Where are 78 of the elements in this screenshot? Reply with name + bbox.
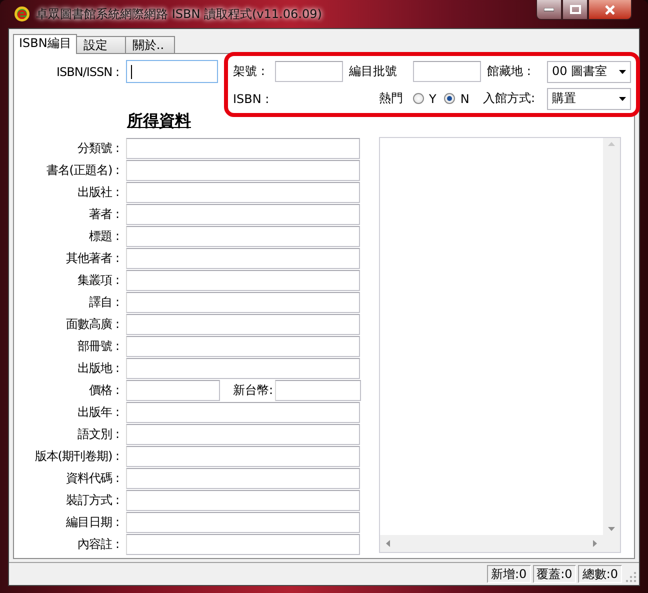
radio-option[interactable]: Y — [413, 92, 436, 106]
field-label: 版本(期刊卷期) : — [34, 448, 119, 464]
status-pane: 覆蓋:0 — [532, 565, 576, 583]
status-pane: 新增:0 — [486, 565, 531, 583]
dropdown[interactable]: 購置 — [547, 88, 631, 110]
maximize-button[interactable] — [562, 0, 588, 20]
text-input[interactable] — [126, 270, 360, 290]
scroll-right-icon[interactable] — [593, 540, 597, 547]
text-input[interactable] — [126, 292, 360, 312]
field-label: 集叢項 : — [76, 272, 119, 288]
field-label: 熱門 — [378, 90, 404, 107]
field-label: 內容註 : — [76, 536, 119, 552]
text-input[interactable] — [126, 314, 360, 334]
scroll-left-icon[interactable] — [386, 540, 390, 547]
text-input[interactable] — [413, 61, 481, 82]
field-label: 著者 : — [88, 206, 119, 222]
field-label: 架號 : — [232, 63, 266, 80]
text-input[interactable] — [126, 226, 360, 246]
text-input[interactable] — [126, 402, 360, 422]
caret-icon — [619, 96, 626, 100]
text-input[interactable] — [126, 160, 360, 180]
text-input[interactable] — [126, 182, 360, 202]
field-label: 裝訂方式 : — [65, 492, 119, 508]
tab[interactable]: 設定 — [76, 36, 126, 53]
scroll-up-icon[interactable] — [608, 142, 615, 146]
app-logo-icon — [14, 6, 30, 22]
text-input[interactable] — [126, 512, 360, 532]
field-label: 館藏地 : — [486, 63, 532, 80]
close-icon — [604, 4, 616, 14]
radio-option[interactable]: N — [444, 92, 470, 106]
scroll-down-icon[interactable] — [608, 527, 615, 531]
field-label: 入館方式: — [482, 90, 536, 107]
horizontal-scrollbar[interactable] — [380, 535, 603, 552]
field-label: 價格 : — [88, 382, 119, 398]
tab[interactable]: 關於.. — [125, 36, 176, 53]
field-label: 面數高廣 : — [65, 316, 119, 332]
text-input[interactable] — [126, 336, 360, 356]
text-input[interactable] — [126, 358, 360, 378]
close-button[interactable] — [588, 0, 632, 20]
field-label: 編目日期 : — [65, 514, 119, 530]
status-pane: 總數:0 — [578, 565, 622, 583]
field-label: 語文別 : — [76, 426, 119, 442]
text-input[interactable] — [126, 468, 360, 488]
text-input[interactable] — [126, 446, 360, 466]
field-label: 資料代碼 : — [65, 470, 119, 486]
field-label: 部冊號 : — [76, 338, 119, 354]
field-label: 新台幣: — [232, 382, 273, 398]
field-label: 其他著者 : — [65, 250, 119, 266]
text-input[interactable] — [275, 61, 343, 82]
isbn-input[interactable] — [126, 60, 218, 83]
window-title: 卓眾圖書館系統網際網路 ISBN 讀取程式(v11.06.09) — [36, 6, 323, 22]
field-label: 出版地 : — [76, 360, 119, 376]
text-input[interactable] — [275, 380, 361, 400]
field-label: 編目批號 — [348, 63, 398, 80]
text-input[interactable] — [126, 380, 220, 400]
vertical-scrollbar[interactable] — [603, 138, 620, 535]
text-input[interactable] — [126, 204, 360, 224]
tab[interactable]: ISBN編目 — [13, 34, 78, 54]
minimize-button[interactable] — [536, 0, 562, 20]
minimize-icon — [544, 8, 554, 12]
field-label: ISBN/ISSN : — [55, 64, 119, 78]
caret-icon — [619, 70, 626, 74]
field-label: 書名(正題名) : — [45, 162, 119, 178]
dropdown[interactable]: 00 圖書室 — [547, 60, 631, 82]
field-label: 譯自 : — [88, 294, 119, 310]
field-label: 標題 : — [88, 228, 119, 244]
section-heading: 所得資料 — [127, 111, 191, 131]
field-label: 出版社 : — [76, 184, 119, 200]
maximize-icon — [570, 5, 580, 14]
resize-grip-icon[interactable] — [626, 572, 637, 583]
text-input[interactable] — [126, 248, 360, 268]
text-input[interactable] — [126, 424, 360, 444]
field-label: 出版年 : — [76, 404, 119, 420]
field-label: 分類號 : — [76, 140, 119, 156]
text-input[interactable] — [126, 534, 360, 554]
text-input[interactable] — [126, 138, 360, 158]
text-input[interactable] — [126, 490, 360, 510]
field-label: ISBN : — [232, 92, 270, 106]
